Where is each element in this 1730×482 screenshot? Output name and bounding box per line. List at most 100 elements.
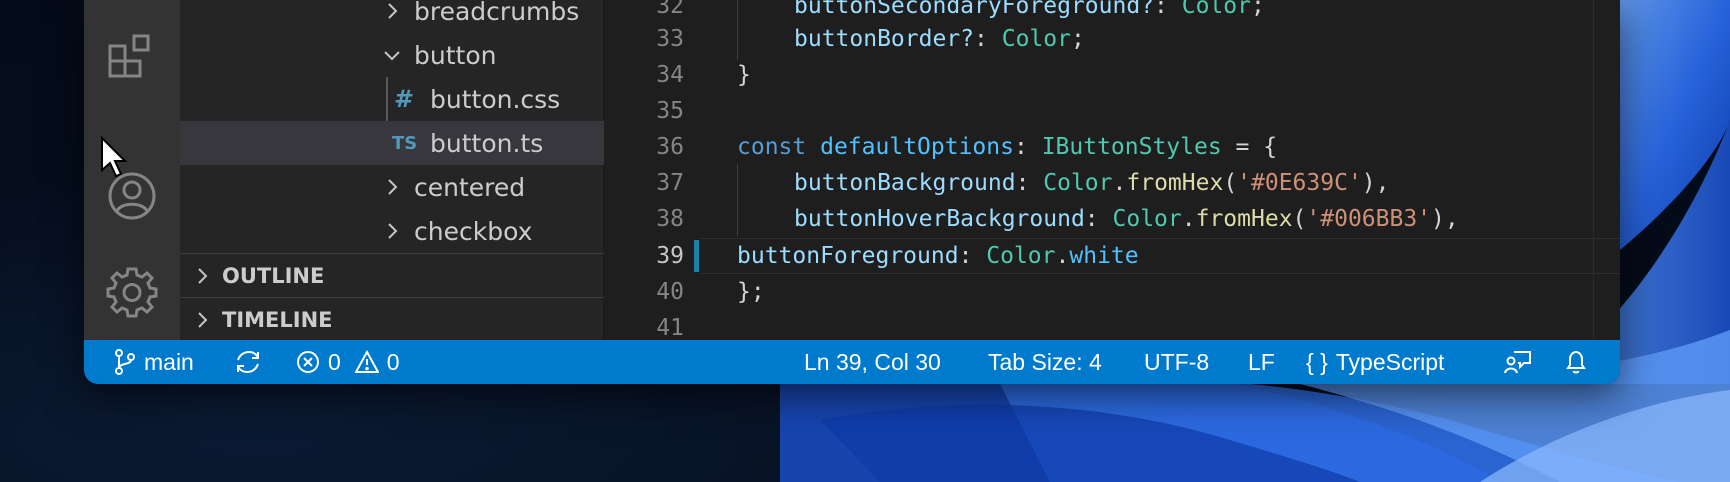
branch-name: main bbox=[144, 348, 194, 375]
token: } bbox=[737, 62, 751, 88]
folder-breadcrumbs[interactable]: breadcrumbs bbox=[180, 0, 604, 33]
braces-icon: { } bbox=[1306, 348, 1328, 375]
token: : bbox=[1154, 0, 1182, 19]
token: '#0E639C' bbox=[1237, 170, 1362, 196]
line-number: 35 bbox=[656, 98, 684, 124]
chevron-right-icon bbox=[198, 311, 208, 328]
folder-centered[interactable]: centered bbox=[180, 165, 604, 209]
file-label: button.css bbox=[430, 84, 561, 114]
token: ), bbox=[1361, 170, 1390, 196]
line-number: 36 bbox=[656, 134, 684, 160]
token: Color bbox=[1181, 0, 1251, 19]
token: defaultOptions bbox=[820, 134, 1014, 160]
token: buttonForeground bbox=[737, 243, 959, 269]
token: ( bbox=[1223, 170, 1238, 196]
line-number: 40 bbox=[656, 279, 684, 305]
settings-gear-icon[interactable] bbox=[104, 264, 160, 320]
status-bar: main 0 0 Ln 39, Col 30 Tab Size: 4 UTF-8… bbox=[84, 340, 1620, 384]
encoding-label: UTF-8 bbox=[1144, 348, 1210, 375]
end-of-line[interactable]: LF bbox=[1248, 340, 1275, 384]
cursor-position-label: Ln 39, Col 30 bbox=[804, 348, 941, 375]
cursor-position[interactable]: Ln 39, Col 30 bbox=[804, 340, 941, 384]
encoding[interactable]: UTF-8 bbox=[1144, 340, 1209, 384]
token: ; bbox=[1070, 26, 1085, 52]
token: fromHex bbox=[1126, 170, 1224, 196]
git-branch-icon bbox=[115, 349, 135, 375]
sync-button[interactable] bbox=[234, 340, 262, 384]
activity-bar bbox=[84, 0, 180, 340]
token: : bbox=[958, 243, 987, 269]
feedback-button[interactable] bbox=[1504, 340, 1532, 384]
code-line: 33 buttonBorder?: Color; bbox=[604, 21, 1620, 57]
warning-count: 0 bbox=[386, 348, 400, 375]
token: white bbox=[1069, 243, 1139, 269]
token: buttonHoverBackground bbox=[794, 206, 1085, 232]
token: Color bbox=[986, 243, 1056, 269]
token: . bbox=[1181, 206, 1196, 232]
error-icon bbox=[297, 351, 319, 373]
language-mode[interactable]: { } TypeScript bbox=[1306, 340, 1444, 384]
token: '#006BB3' bbox=[1306, 206, 1432, 232]
error-count: 0 bbox=[328, 348, 341, 375]
token: Color bbox=[1112, 206, 1182, 232]
folder-label: breadcrumbs bbox=[414, 0, 580, 26]
token: const bbox=[737, 134, 807, 160]
folder-label: button bbox=[414, 40, 497, 70]
css-file-icon: # bbox=[393, 85, 415, 113]
folder-checkbox[interactable]: checkbox bbox=[180, 209, 604, 253]
token: : bbox=[1084, 206, 1113, 232]
token: buttonSecondaryForeground? bbox=[794, 0, 1155, 19]
file-label: button.ts bbox=[430, 128, 544, 158]
folder-label: centered bbox=[414, 172, 526, 202]
extensions-icon[interactable] bbox=[104, 28, 160, 84]
tab-size-label: Tab Size: 4 bbox=[988, 348, 1102, 375]
token: Color bbox=[1001, 26, 1071, 52]
section-label: OUTLINE bbox=[222, 263, 325, 288]
token: fromHex bbox=[1195, 206, 1293, 232]
code-line: 37 buttonBackground: Color.fromHex('#0E6… bbox=[604, 165, 1620, 201]
notifications-button[interactable] bbox=[1564, 340, 1588, 384]
token: ; bbox=[1250, 0, 1265, 19]
token: buttonBackground bbox=[794, 170, 1016, 196]
code-line-current: 39 buttonForeground: Color.white bbox=[604, 238, 1620, 274]
feedback-icon bbox=[1504, 351, 1531, 374]
outline-section-header[interactable]: OUTLINE bbox=[180, 253, 604, 297]
folder-button[interactable]: button bbox=[180, 33, 604, 77]
code-editor[interactable]: 32 buttonSecondaryForeground?: Color; 33… bbox=[604, 0, 1620, 341]
typescript-file-icon: TS bbox=[392, 132, 418, 154]
line-number: 32 bbox=[656, 0, 684, 19]
line-number: 39 bbox=[656, 243, 684, 269]
token: . bbox=[1112, 170, 1127, 196]
file-button-css[interactable]: # button.css bbox=[180, 77, 604, 121]
problems-status[interactable]: 0 0 bbox=[296, 340, 400, 384]
token: : bbox=[1015, 170, 1044, 196]
line-number: 34 bbox=[656, 62, 684, 88]
file-button-ts[interactable]: TS button.ts bbox=[180, 121, 604, 165]
code-line: 35 bbox=[604, 93, 1620, 129]
chevron-right-icon bbox=[198, 267, 208, 284]
token: . bbox=[1055, 243, 1070, 269]
language-label: TypeScript bbox=[1335, 348, 1445, 375]
chevron-right-icon bbox=[388, 223, 398, 239]
eol-label: LF bbox=[1248, 348, 1275, 375]
section-label: TIMELINE bbox=[222, 307, 333, 332]
token: : bbox=[974, 26, 1002, 52]
bell-icon bbox=[1566, 350, 1586, 374]
line-number: 33 bbox=[656, 26, 684, 52]
branch-status[interactable]: main bbox=[114, 340, 194, 384]
token: Color bbox=[1043, 170, 1113, 196]
tab-size[interactable]: Tab Size: 4 bbox=[988, 340, 1102, 384]
token: buttonBorder? bbox=[794, 26, 975, 52]
timeline-section-header[interactable]: TIMELINE bbox=[180, 297, 604, 341]
code-line: 38 buttonHoverBackground: Color.fromHex(… bbox=[604, 201, 1620, 237]
chevron-right-icon bbox=[388, 3, 398, 19]
token: IButtonStyles bbox=[1041, 134, 1222, 160]
line-number: 38 bbox=[656, 206, 684, 232]
code-line: 34 } bbox=[604, 57, 1620, 93]
mouse-pointer-icon bbox=[101, 136, 128, 178]
code-line: 40 }; bbox=[604, 274, 1620, 310]
line-number: 41 bbox=[656, 315, 684, 341]
warning-icon bbox=[354, 350, 379, 373]
code-line: 36 const defaultOptions: IButtonStyles =… bbox=[604, 129, 1620, 165]
